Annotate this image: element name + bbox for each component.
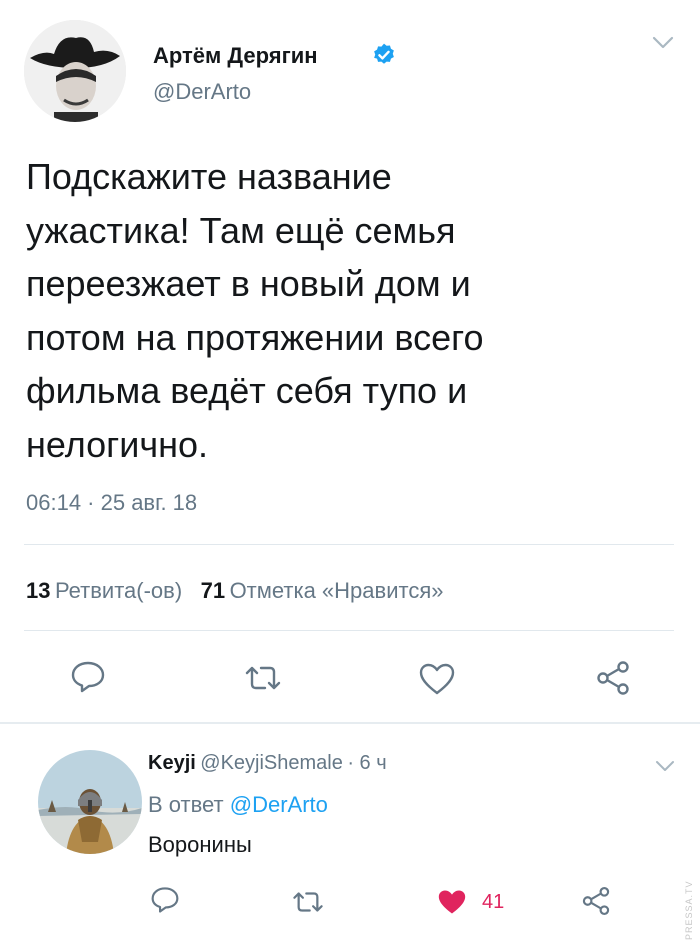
- divider: [24, 630, 674, 631]
- watermark: PRESSA.TV: [684, 880, 694, 940]
- tweet-text-line: фильма ведёт себя тупо и: [26, 370, 468, 411]
- likes-label: Отметка «Нравится»: [229, 578, 444, 603]
- divider: [24, 544, 674, 545]
- chevron-down-icon[interactable]: [655, 760, 675, 772]
- reply-author-name[interactable]: Keyji: [148, 752, 196, 774]
- retweet-icon[interactable]: [291, 890, 325, 914]
- retweets-stat[interactable]: 13 Ретвита(-ов): [26, 578, 187, 603]
- verified-badge-icon: [371, 42, 397, 68]
- reply-text: Воронины: [148, 832, 252, 857]
- heart-icon[interactable]: [436, 888, 468, 916]
- tweet-text-line: потом на протяжении всего: [26, 316, 484, 358]
- author-handle[interactable]: @DerArto: [153, 79, 251, 105]
- tweet-text-line: нелогично.: [26, 423, 209, 465]
- reply-time[interactable]: · 6 ч: [347, 752, 386, 774]
- tweet-text: Подскажите название ужастика! Там ещё се…: [26, 150, 666, 471]
- share-icon[interactable]: [580, 886, 612, 916]
- stats-row: 13 Ретвита(-ов) 71 Отметка «Нравится»: [26, 578, 443, 604]
- section-separator: [0, 722, 700, 724]
- retweet-icon[interactable]: [243, 664, 283, 692]
- reply-author-handle[interactable]: @KeyjiShemale: [200, 752, 343, 774]
- author-avatar-image: [24, 20, 126, 122]
- reply-author-avatar[interactable]: [38, 750, 142, 854]
- likes-stat[interactable]: 71 Отметка «Нравится»: [201, 578, 444, 603]
- author-avatar[interactable]: [24, 20, 126, 122]
- likes-count: 71: [200, 578, 226, 603]
- author-name[interactable]: Артём Дерягин: [153, 43, 318, 69]
- retweets-count: 13: [26, 578, 51, 603]
- reply-header: Keyji @KeyjiShemale · 6 ч: [148, 752, 387, 775]
- heart-icon[interactable]: [418, 662, 456, 696]
- reply-bubble-icon[interactable]: [150, 886, 180, 914]
- chevron-down-icon[interactable]: [652, 36, 674, 50]
- reply-bubble-icon[interactable]: [70, 660, 106, 694]
- in-reply-to-handle[interactable]: @DerArto: [230, 792, 328, 817]
- in-reply-to: В ответ @DerArto: [148, 792, 328, 818]
- in-reply-to-prefix: В ответ: [148, 792, 224, 817]
- reply-avatar-image: [38, 750, 142, 854]
- retweets-label: Ретвита(-ов): [54, 578, 183, 603]
- tweet-text-line: Подскажите название: [26, 156, 392, 197]
- share-icon[interactable]: [594, 660, 632, 696]
- reply-likes-count: 41: [482, 891, 505, 913]
- tweet-timestamp[interactable]: 06:14 · 25 авг. 18: [26, 490, 197, 516]
- tweet-text-line: переезжает в новый дом и: [26, 263, 471, 304]
- tweet-text-line: ужастика! Там ещё семья: [26, 209, 456, 251]
